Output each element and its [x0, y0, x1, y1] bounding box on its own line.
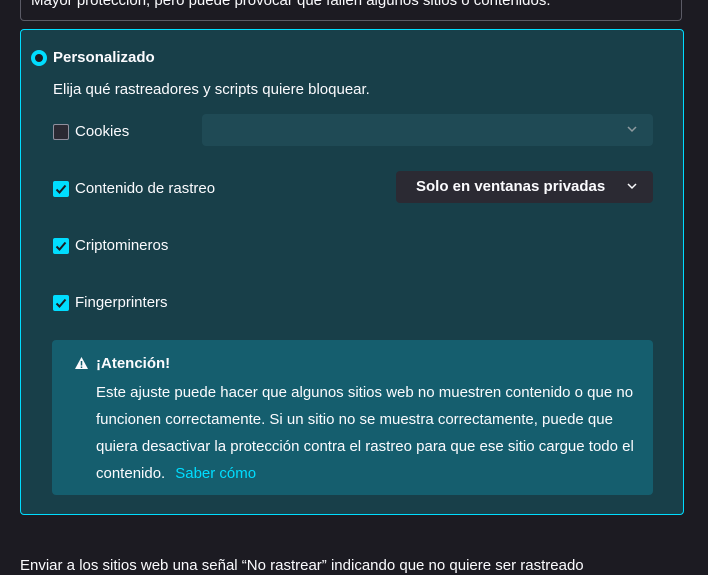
- warning-body: Este ajuste puede hacer que algunos siti…: [96, 379, 641, 487]
- custom-option-title[interactable]: Personalizado: [53, 49, 155, 67]
- strict-option-description: Mayor protección, pero puede provocar qu…: [31, 0, 551, 9]
- chevron-down-icon: [627, 126, 637, 133]
- tracking-content-dropdown-value: Solo en ventanas privadas: [416, 178, 606, 195]
- do-not-track-description: Enviar a los sitios web una señal “No ra…: [20, 557, 584, 574]
- fingerprinters-checkbox[interactable]: [53, 295, 69, 311]
- cookies-checkbox[interactable]: [53, 124, 69, 140]
- checkmark-icon: [55, 184, 67, 194]
- custom-option-description: Elija qué rastreadores y scripts quiere …: [53, 81, 370, 98]
- chevron-down-icon: [627, 183, 637, 190]
- tracking-content-label[interactable]: Contenido de rastreo: [75, 180, 215, 198]
- checkmark-icon: [55, 298, 67, 308]
- radio-selected-dot: [35, 54, 43, 62]
- cryptominers-label[interactable]: Criptomineros: [75, 237, 168, 255]
- custom-option-box: Personalizado Elija qué rastreadores y s…: [20, 29, 684, 515]
- tracking-content-dropdown[interactable]: Solo en ventanas privadas: [396, 171, 653, 203]
- cookies-dropdown[interactable]: [202, 114, 653, 146]
- tracking-content-checkbox[interactable]: [53, 181, 69, 197]
- checkmark-icon: [55, 241, 67, 251]
- custom-radio-button[interactable]: [31, 50, 47, 66]
- warning-box: ¡Atención! Este ajuste puede hacer que a…: [52, 340, 653, 495]
- warning-icon: [75, 357, 88, 369]
- cookies-label[interactable]: Cookies: [75, 123, 129, 141]
- cryptominers-checkbox[interactable]: [53, 238, 69, 254]
- warning-title: ¡Atención!: [96, 355, 171, 372]
- learn-how-link[interactable]: Saber cómo: [175, 465, 256, 482]
- fingerprinters-label[interactable]: Fingerprinters: [75, 294, 168, 312]
